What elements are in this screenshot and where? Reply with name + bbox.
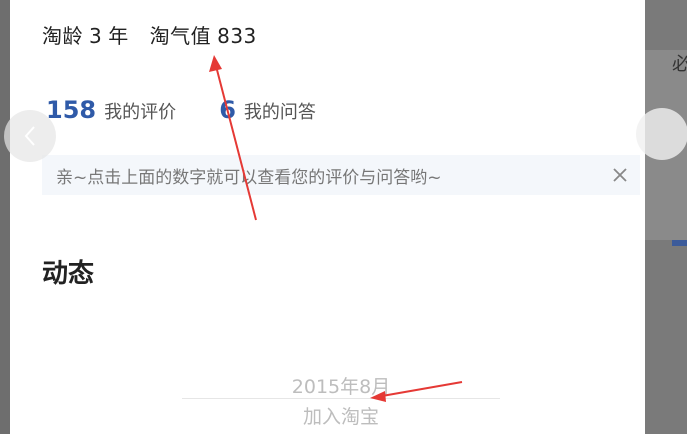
qa-count[interactable]: 6 (219, 96, 236, 124)
tip-banner: 亲~点击上面的数字就可以查看您的评价与问答哟~ (42, 155, 640, 195)
timeline-entry: 2015年8月 加入淘宝 (182, 372, 500, 432)
taobao-age-unit: 年 (108, 24, 129, 48)
background-left (0, 0, 10, 434)
profile-summary: 淘龄 3 年 淘气值 833 (42, 20, 263, 49)
close-icon[interactable] (600, 155, 640, 195)
timeline-date: 2015年8月 (291, 376, 391, 398)
profile-card: 淘龄 3 年 淘气值 833 158 我的评价 6 我的问答 亲~点击上面的数字就可以查看… (10, 0, 687, 434)
taobao-age-label: 淘龄 (42, 24, 83, 48)
background-bar (672, 240, 687, 246)
stats-row: 158 我的评价 6 我的问答 (46, 96, 354, 124)
taoqi-value: 833 (217, 24, 257, 48)
qa-label: 我的问答 (243, 102, 316, 123)
next-button[interactable] (636, 108, 687, 160)
reviews-count[interactable]: 158 (46, 96, 96, 124)
stat-qa[interactable]: 6 我的问答 (219, 96, 316, 124)
taobao-age-value: 3 (89, 24, 103, 48)
reviews-label: 我的评价 (104, 102, 177, 123)
chevron-left-icon (24, 126, 35, 146)
prev-button[interactable] (4, 110, 56, 162)
tip-text: 亲~点击上面的数字就可以查看您的评价与问答哟~ (56, 167, 442, 188)
stat-reviews[interactable]: 158 我的评价 (46, 96, 176, 124)
taoqi-label: 淘气值 (149, 24, 212, 48)
timeline-event: 加入淘宝 (302, 406, 379, 428)
section-title: 动态 (42, 259, 95, 289)
background-glyph: 必 (672, 54, 687, 75)
